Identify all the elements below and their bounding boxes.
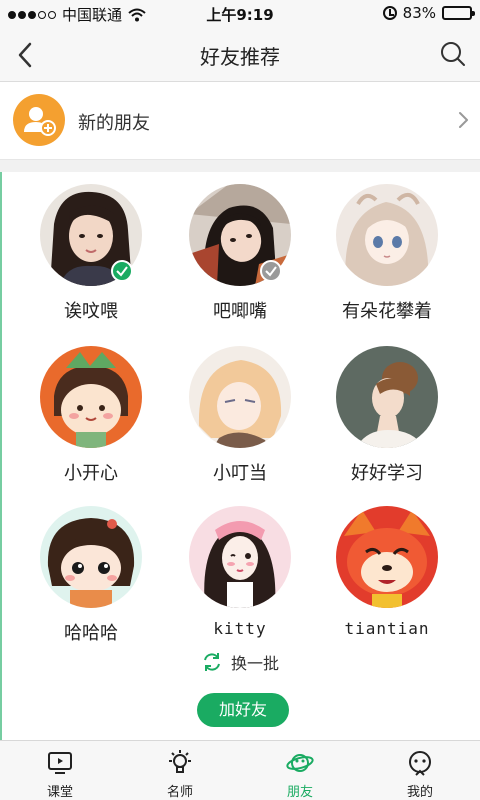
chevron-right-icon [459, 112, 468, 128]
lightbulb-icon [169, 750, 191, 773]
friend-name: 好好学习 [351, 463, 423, 484]
friend-avatar [40, 346, 142, 448]
friend-card[interactable]: 有朵花攀着 [312, 172, 462, 322]
tv-icon [48, 752, 72, 774]
battery-percent: 83% [402, 4, 436, 22]
checked-badge-icon [260, 260, 282, 282]
add-friend-button[interactable]: 加好友 [197, 693, 289, 727]
nav-bar: 好友推荐 [0, 28, 480, 82]
screen: 中国联通 上午9:19 83% 好友推荐 新的朋友 诶呅喂 吧唧嘴 有朵花攀着 … [0, 0, 480, 800]
new-friend-avatar [13, 94, 65, 146]
friend-avatar [336, 506, 438, 608]
tab-label: 朋友 [286, 785, 313, 800]
friend-name: 有朵花攀着 [342, 301, 432, 322]
friend-card[interactable]: 哈哈哈 [16, 494, 166, 644]
refresh-icon [204, 653, 220, 671]
friend-name: 诶呅喂 [64, 301, 118, 322]
tab-classroom[interactable]: 课堂 [0, 741, 120, 800]
friend-name: 哈哈哈 [64, 623, 118, 644]
search-icon[interactable] [434, 36, 472, 74]
friend-card[interactable]: kitty [165, 494, 315, 644]
alarm-icon [382, 6, 397, 20]
new-friends-label: 新的朋友 [78, 113, 150, 134]
friend-name: 小开心 [64, 463, 118, 484]
friend-card[interactable]: 小叮当 [165, 334, 315, 484]
checked-badge-icon [111, 260, 133, 282]
face-icon [409, 751, 431, 776]
battery-icon [442, 6, 475, 20]
friend-card[interactable]: 好好学习 [312, 334, 462, 484]
friend-name: 小叮当 [213, 463, 267, 484]
friend-avatar [189, 506, 291, 608]
refresh-label: 换一批 [230, 654, 279, 673]
planet-icon [286, 754, 314, 772]
friend-avatar [336, 346, 438, 448]
new-friends-row[interactable]: 新的朋友 [0, 82, 480, 160]
friend-avatar [40, 506, 142, 608]
friend-avatar [189, 346, 291, 448]
refresh-row: 换一批 [0, 650, 480, 678]
status-bar: 中国联通 上午9:19 83% [0, 0, 480, 28]
friend-name: 吧唧嘴 [213, 301, 267, 322]
page-title: 好友推荐 [200, 45, 280, 69]
tab-label: 名师 [166, 785, 193, 800]
friend-avatar [336, 184, 438, 286]
friend-name: tiantian [344, 619, 430, 638]
friend-name: kitty [213, 619, 267, 638]
bottom-tab-bar: 课堂 名师 朋友 我的 [0, 740, 480, 800]
friend-card[interactable]: 吧唧嘴 [165, 172, 315, 322]
tab-label: 课堂 [46, 785, 73, 800]
tab-teachers[interactable]: 名师 [120, 741, 240, 800]
add-person-icon [24, 107, 56, 136]
status-right: 83% [382, 4, 475, 22]
friend-card[interactable]: 诶呅喂 [16, 172, 166, 322]
section-divider [0, 160, 480, 172]
friend-card[interactable]: tiantian [312, 494, 462, 644]
tab-me[interactable]: 我的 [360, 741, 480, 800]
refresh-button[interactable]: 换一批 [201, 650, 279, 674]
tab-label: 我的 [406, 785, 433, 800]
tab-friends[interactable]: 朋友 [240, 741, 360, 800]
friend-card[interactable]: 小开心 [16, 334, 166, 484]
